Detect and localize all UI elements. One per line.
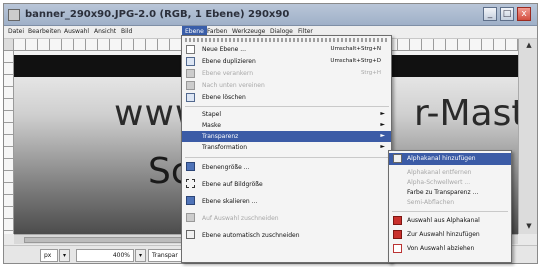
menu-item-label: Zur Auswahl hinzufügen: [407, 231, 480, 238]
menu-item-label: Transformation: [202, 144, 248, 151]
menu-item-label: Semi-Abflachen: [407, 199, 455, 206]
menu-item-label: Ebene skalieren ...: [202, 198, 258, 205]
layer-menu: Neue Ebene ... Umschalt+Strg+N Ebene dup…: [181, 35, 392, 263]
vertical-ruler[interactable]: [4, 51, 14, 234]
subtract-from-selection-icon: [393, 244, 402, 253]
menu-werkzeuge[interactable]: Werkzeuge: [232, 28, 265, 35]
unit-dropdown-icon[interactable]: ▾: [59, 249, 70, 262]
menu-item-shortcut: Strg+H: [360, 70, 381, 76]
menu-item-label: Auswahl aus Alphakanal: [407, 217, 480, 224]
unit-select[interactable]: px: [40, 249, 58, 262]
vertical-scrollbar[interactable]: ▲ ▼: [518, 39, 537, 234]
menu-item-label: Alphakanal hinzufügen: [407, 155, 476, 162]
menu-item-merge-down[interactable]: Nach unten vereinen: [182, 80, 391, 91]
canvas-text-master: r-Maste: [414, 93, 518, 134]
menu-item-label: Von Auswahl abziehen: [407, 245, 475, 252]
maximize-button[interactable]: □: [500, 7, 514, 21]
submenu-arrow-icon: ►: [380, 143, 385, 150]
submenu-item-add-to-selection[interactable]: Zur Auswahl hinzufügen: [389, 229, 511, 242]
submenu-item-subtract-from-selection[interactable]: Von Auswahl abziehen: [389, 243, 511, 256]
menu-bearbeiten[interactable]: Bearbeiten: [28, 28, 61, 35]
menu-filter[interactable]: Filter: [298, 28, 313, 35]
menu-item-mask[interactable]: Maske ►: [182, 120, 391, 131]
menu-item-label: Ebene automatisch zuschneiden: [202, 232, 300, 239]
duplicate-layer-icon: [186, 57, 195, 66]
menu-item-layer-size[interactable]: Ebenengröße ...: [182, 160, 391, 174]
alpha-to-selection-icon: [393, 216, 402, 225]
menu-item-new-layer[interactable]: Neue Ebene ... Umschalt+Strg+N: [182, 44, 391, 55]
menu-item-scale-layer[interactable]: Ebene skalieren ...: [182, 194, 391, 208]
new-layer-icon: [186, 45, 195, 54]
add-to-selection-icon: [393, 230, 402, 239]
title-bar: banner_290x90.JPG-2.0 (RGB, 1 Ebene) 290…: [4, 4, 537, 26]
menu-ansicht[interactable]: Ansicht: [94, 28, 116, 35]
merge-down-icon: [186, 81, 195, 90]
delete-layer-icon: [186, 93, 195, 102]
autocrop-icon: [186, 230, 195, 239]
scale-layer-icon: [186, 196, 195, 205]
menu-item-anchor-layer[interactable]: Ebene verankern Strg+H: [182, 68, 391, 79]
menu-item-label: Farbe zu Transparenz ...: [407, 189, 479, 196]
transparency-submenu: Alphakanal hinzufügen Alphakanal entfern…: [388, 150, 512, 263]
app-icon: [8, 9, 20, 21]
submenu-item-alpha-to-selection[interactable]: Auswahl aus Alphakanal: [389, 215, 511, 228]
submenu-arrow-icon: ►: [380, 121, 385, 128]
menu-item-label: Ebene auf Bildgröße: [202, 181, 263, 188]
menu-item-shortcut: Umschalt+Strg+N: [330, 46, 381, 52]
submenu-item-add-alpha[interactable]: Alphakanal hinzufügen: [389, 153, 511, 165]
menu-item-label: Auf Auswahl zuschneiden: [202, 215, 279, 222]
menu-separator: [392, 211, 508, 212]
tear-off-line[interactable]: [185, 38, 389, 42]
close-button[interactable]: x: [517, 7, 531, 21]
menu-item-label: Neue Ebene ...: [202, 46, 246, 53]
menu-item-transform[interactable]: Transformation ►: [182, 142, 391, 153]
menu-farben[interactable]: Farben: [207, 28, 227, 35]
scroll-up-icon[interactable]: ▲: [523, 41, 535, 51]
menu-item-transparency[interactable]: Transparenz ►: [182, 131, 391, 142]
menu-item-label: Ebene löschen: [202, 94, 246, 101]
menu-item-label: Ebenengröße ...: [202, 164, 250, 171]
layer-size-icon: [186, 162, 195, 171]
submenu-item-semi-flatten[interactable]: Semi-Abflachen: [389, 197, 511, 208]
menu-auswahl[interactable]: Auswahl: [64, 28, 89, 35]
zoom-select[interactable]: 400%: [76, 249, 134, 262]
menu-item-label: Ebene duplizieren: [202, 58, 256, 65]
menu-dialoge[interactable]: Dialoge: [270, 28, 293, 35]
zoom-dropdown-icon[interactable]: ▾: [135, 249, 146, 262]
add-alpha-icon: [393, 154, 402, 163]
scroll-down-icon[interactable]: ▼: [523, 222, 535, 232]
layer-to-image-size-icon: [186, 179, 195, 188]
menu-item-layer-to-image-size[interactable]: Ebene auf Bildgröße: [182, 177, 391, 191]
crop-to-selection-icon: [186, 213, 195, 222]
menu-item-shortcut: Umschalt+Strg+D: [330, 58, 381, 64]
menu-item-autocrop-layer[interactable]: Ebene automatisch zuschneiden: [182, 228, 391, 242]
menu-item-label: Alpha-Schwellwert ...: [407, 179, 471, 186]
menu-item-label: Ebene verankern: [202, 70, 253, 77]
menu-item-label: Maske: [202, 122, 221, 129]
menu-separator: [185, 106, 389, 107]
menu-separator: [185, 157, 389, 158]
menu-item-duplicate-layer[interactable]: Ebene duplizieren Umschalt+Strg+D: [182, 56, 391, 67]
minimize-button[interactable]: _: [483, 7, 497, 21]
menu-datei[interactable]: Datei: [8, 28, 24, 35]
menu-item-label: Transparenz: [202, 133, 239, 140]
ruler-corner[interactable]: [4, 39, 14, 51]
menu-item-label: Nach unten vereinen: [202, 82, 265, 89]
menu-item-label: Stapel: [202, 111, 222, 118]
menu-item-stack[interactable]: Stapel ►: [182, 109, 391, 120]
submenu-arrow-icon: ►: [380, 110, 385, 117]
anchor-icon: [186, 69, 195, 78]
submenu-arrow-icon: ►: [380, 132, 385, 139]
menu-bild[interactable]: Bild: [121, 28, 132, 35]
window-title: banner_290x90.JPG-2.0 (RGB, 1 Ebene) 290…: [25, 9, 290, 20]
menu-item-crop-to-selection[interactable]: Auf Auswahl zuschneiden: [182, 211, 391, 225]
menu-item-delete-layer[interactable]: Ebene löschen: [182, 92, 391, 103]
menu-item-label: Alphakanal entfernen: [407, 169, 472, 176]
